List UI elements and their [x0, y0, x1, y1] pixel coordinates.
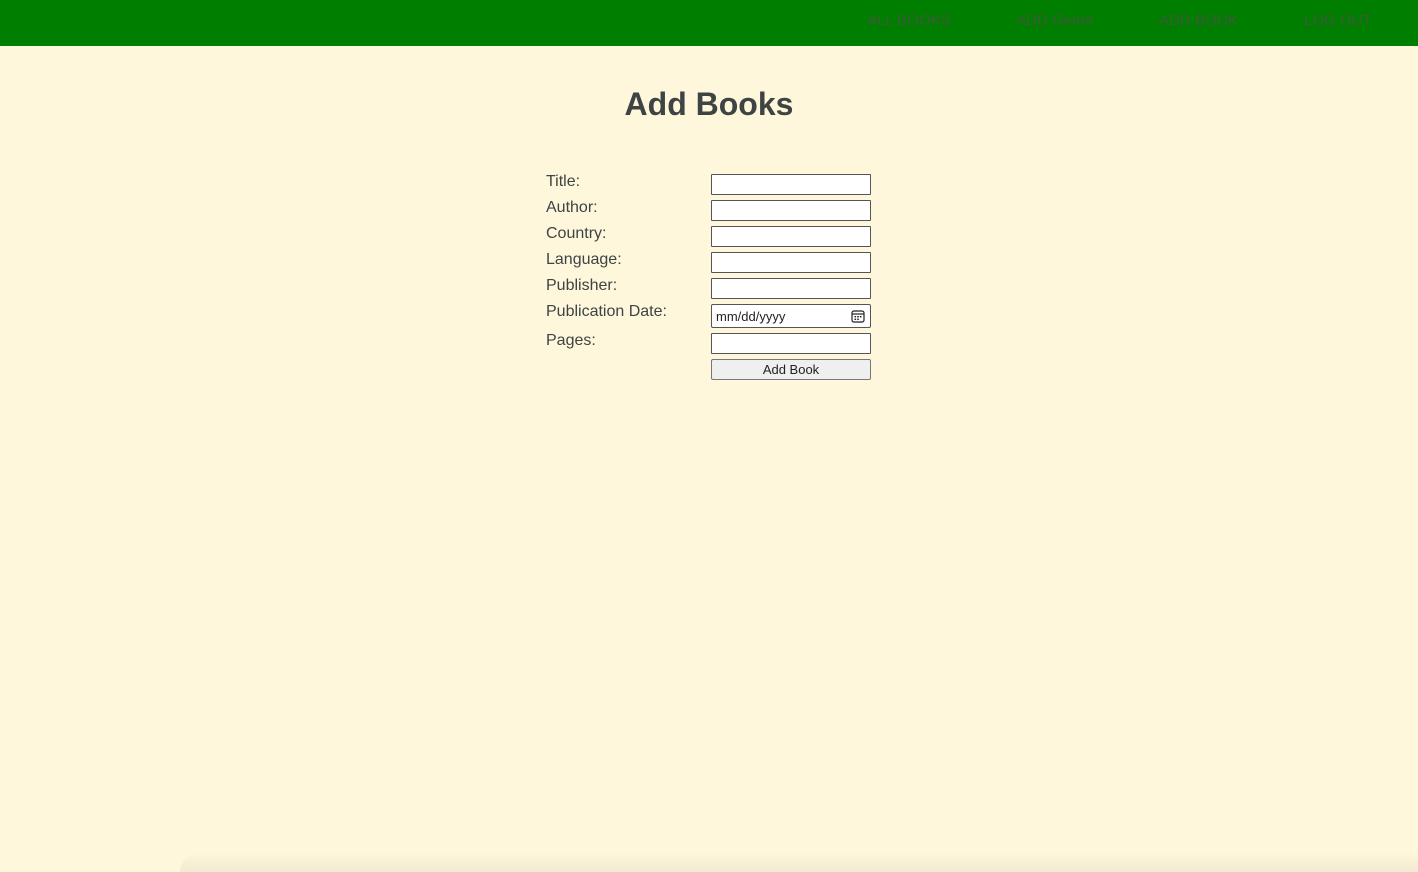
add-book-button[interactable]: Add Book — [711, 359, 871, 380]
nav-add-genre-link[interactable]: ADD Genre — [1016, 12, 1094, 29]
author-label: Author: — [546, 199, 598, 216]
nav-log-out-link[interactable]: LOG OUT — [1304, 12, 1372, 29]
title-input[interactable] — [711, 174, 871, 195]
nav-add-book-link[interactable]: ADD BOOK — [1159, 12, 1238, 29]
publication-date-input[interactable]: mm/dd/yyyy — [711, 304, 871, 328]
pages-label: Pages: — [546, 332, 596, 349]
pages-input[interactable] — [711, 333, 871, 354]
publication-date-placeholder: mm/dd/yyyy — [716, 309, 786, 324]
language-input[interactable] — [711, 252, 871, 273]
country-input[interactable] — [711, 226, 871, 247]
publication-date-label: Publication Date: — [546, 303, 667, 320]
top-navbar: ALL BOOKS ADD Genre ADD BOOK LOG OUT — [0, 0, 1418, 46]
page-title: Add Books — [624, 86, 794, 122]
nav-all-books-link[interactable]: ALL BOOKS — [867, 12, 951, 29]
calendar-icon[interactable] — [851, 309, 865, 323]
title-label: Title: — [546, 173, 581, 190]
country-label: Country: — [546, 225, 607, 242]
language-label: Language: — [546, 251, 622, 268]
bottom-shadow — [180, 852, 1418, 872]
publisher-input[interactable] — [711, 278, 871, 299]
publisher-label: Publisher: — [546, 277, 618, 294]
author-input[interactable] — [711, 200, 871, 221]
